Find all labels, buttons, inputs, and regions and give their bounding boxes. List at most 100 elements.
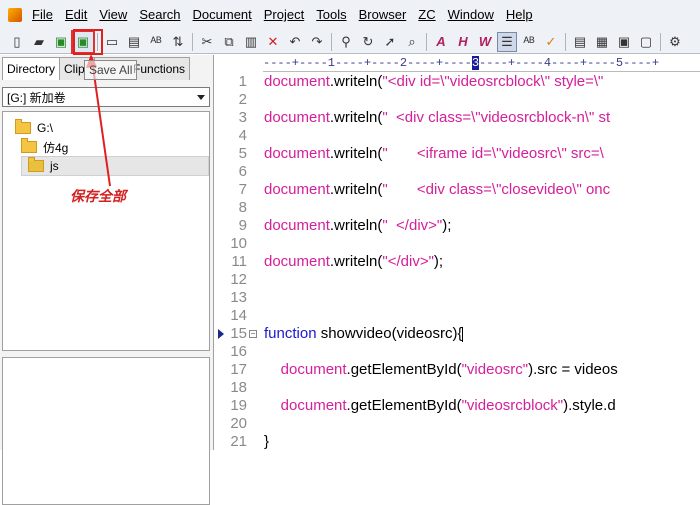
new-file-icon: ▯ bbox=[13, 33, 21, 49]
code-token: " <div class=\"closevideo\" onc bbox=[382, 181, 611, 198]
tree-item-fang4g[interactable]: 仿4g bbox=[21, 137, 68, 157]
file-transfer-button[interactable]: ⇅ bbox=[168, 32, 188, 52]
line-number: 9 bbox=[238, 217, 247, 234]
menu-document[interactable]: Document bbox=[187, 0, 258, 30]
print-preview-button[interactable]: ▭ bbox=[102, 32, 122, 52]
tab-directory[interactable]: Directory bbox=[2, 57, 61, 80]
tab-functions-label: Functions bbox=[133, 62, 186, 76]
directory-tree[interactable]: G:\ 仿4g js bbox=[2, 111, 210, 351]
print-button[interactable]: ▤ bbox=[124, 32, 144, 52]
find-button[interactable]: ⚲ bbox=[336, 32, 356, 52]
menu-label: File bbox=[32, 7, 53, 22]
tree-item-js[interactable]: js bbox=[21, 156, 209, 176]
menu-label: Help bbox=[505, 7, 533, 22]
tree-item-root[interactable]: G:\ bbox=[15, 118, 53, 138]
delete-icon: ✕ bbox=[267, 33, 279, 49]
line-number: 8 bbox=[238, 199, 247, 216]
settings-button[interactable]: ⚙ bbox=[665, 32, 685, 52]
menu-browser[interactable]: Browser bbox=[353, 0, 413, 30]
list-icon: ▤ bbox=[573, 33, 587, 49]
toolbar-separator bbox=[565, 32, 566, 51]
left-panel: Directory Clip Functions [G:] 新加卷 G:\ 仿4… bbox=[0, 55, 214, 505]
spell-button[interactable]: ᴬᴮ bbox=[519, 32, 539, 52]
font-a-button[interactable]: A bbox=[431, 32, 451, 52]
menu-view[interactable]: View bbox=[93, 0, 133, 30]
line-number: 6 bbox=[238, 163, 247, 180]
replace-button[interactable]: ↻ bbox=[358, 32, 378, 52]
line-number: 4 bbox=[238, 127, 247, 144]
ruler-marks: ----+----1----+----2----+---- bbox=[263, 56, 472, 70]
ruler-marks: ----+----4----+----5----+ bbox=[479, 56, 660, 70]
line-number: 11 bbox=[231, 253, 247, 270]
line-number: 10 bbox=[230, 235, 247, 252]
print-icon: ▤ bbox=[127, 33, 141, 49]
undo-button[interactable]: ↶ bbox=[285, 32, 305, 52]
code-line: document.writeln(" <div class=\"videosrc… bbox=[264, 109, 610, 127]
code-token: .getElementById( bbox=[346, 397, 462, 414]
line-number-gutter: 1 2 3 4 5 6 7 8 9 10 11 12 13 14 15−16 17 18 19 20 21 bbox=[215, 71, 261, 450]
spell-check-button[interactable]: ᴬᴮ bbox=[146, 32, 166, 52]
open-folder-button[interactable]: ▰ bbox=[29, 32, 49, 52]
code-line: document.writeln(" <div class=\"closevid… bbox=[264, 181, 610, 199]
code-token: function bbox=[264, 325, 317, 342]
code-token: ).style.d bbox=[563, 397, 616, 414]
window-button[interactable]: ▢ bbox=[636, 32, 656, 52]
line-number: 14 bbox=[230, 307, 247, 324]
word-wrap-icon: W bbox=[478, 34, 492, 49]
menu-zc[interactable]: ZC bbox=[412, 0, 441, 30]
folder-icon bbox=[15, 119, 31, 134]
code-token: "videosrc" bbox=[461, 361, 529, 378]
file-transfer-icon: ⇅ bbox=[172, 33, 184, 49]
delete-button[interactable]: ✕ bbox=[263, 32, 283, 52]
indent-button[interactable]: ☰ bbox=[497, 31, 517, 52]
check-button[interactable]: ✓ bbox=[541, 32, 561, 52]
list-button[interactable]: ▤ bbox=[570, 32, 590, 52]
app-icon bbox=[8, 8, 22, 22]
menu-label: Window bbox=[447, 7, 494, 22]
menu-help[interactable]: Help bbox=[500, 0, 539, 30]
redo-button[interactable]: ↷ bbox=[307, 32, 327, 52]
code-token: ); bbox=[433, 253, 444, 270]
find-in-files-icon: ⌕ bbox=[408, 33, 416, 49]
menu-edit[interactable]: Edit bbox=[59, 0, 93, 30]
save-all-button[interactable]: ▣ bbox=[71, 29, 95, 54]
print-preview-icon: ▭ bbox=[105, 33, 119, 49]
save-button[interactable]: ▣ bbox=[51, 32, 71, 52]
menu-label: Project bbox=[263, 7, 305, 22]
paste-button[interactable]: ▥ bbox=[241, 32, 261, 52]
new-file-button[interactable]: ▯ bbox=[7, 32, 27, 52]
copy-button[interactable]: ⧉ bbox=[219, 32, 239, 52]
tag-button[interactable]: ▦ bbox=[592, 32, 612, 52]
code-token: " <div class=\"videosrcblock-n\" st bbox=[382, 109, 611, 126]
code-area[interactable]: document.writeln("<div id=\"videosrcbloc… bbox=[264, 71, 700, 450]
menu-window[interactable]: Window bbox=[442, 0, 500, 30]
fold-toggle-icon[interactable]: − bbox=[249, 330, 257, 338]
cut-button[interactable]: ✂ bbox=[197, 32, 217, 52]
tag-icon: ▦ bbox=[595, 33, 609, 49]
tree-item-label: G:\ bbox=[37, 121, 54, 135]
line-number: 5 bbox=[238, 145, 247, 162]
code-token: .writeln( bbox=[329, 253, 383, 270]
file-list-panel[interactable] bbox=[2, 357, 210, 505]
code-token: document bbox=[264, 73, 330, 90]
find-in-files-button[interactable]: ⌕ bbox=[402, 32, 422, 52]
drive-select[interactable]: [G:] 新加卷 bbox=[2, 87, 210, 107]
hex-icon: H bbox=[458, 34, 468, 49]
menu-file[interactable]: File bbox=[26, 0, 59, 30]
code-editor[interactable]: ----+----1----+----2----+----3----+----4… bbox=[215, 55, 700, 450]
font-a-icon: A bbox=[436, 34, 446, 49]
spell-icon: ᴬᴮ bbox=[523, 34, 535, 49]
save-all-icon: ▣ bbox=[76, 33, 90, 49]
hex-button[interactable]: H bbox=[453, 32, 473, 52]
line-number: 17 bbox=[230, 361, 247, 378]
menu-project[interactable]: Project bbox=[258, 0, 310, 30]
menu-bar: File Edit View Search Document Project Tools Br… bbox=[0, 0, 700, 31]
goto-button[interactable]: ➚ bbox=[380, 32, 400, 52]
menu-tools[interactable]: Tools bbox=[310, 0, 352, 30]
drive-select-value: [G:] 新加卷 bbox=[7, 91, 66, 105]
word-wrap-button[interactable]: W bbox=[475, 32, 495, 52]
code-token: .writeln( bbox=[329, 217, 383, 234]
box-button[interactable]: ▣ bbox=[614, 32, 634, 52]
code-token: " <iframe id=\"videosrc\" src=\ bbox=[382, 145, 604, 162]
menu-search[interactable]: Search bbox=[133, 0, 186, 30]
